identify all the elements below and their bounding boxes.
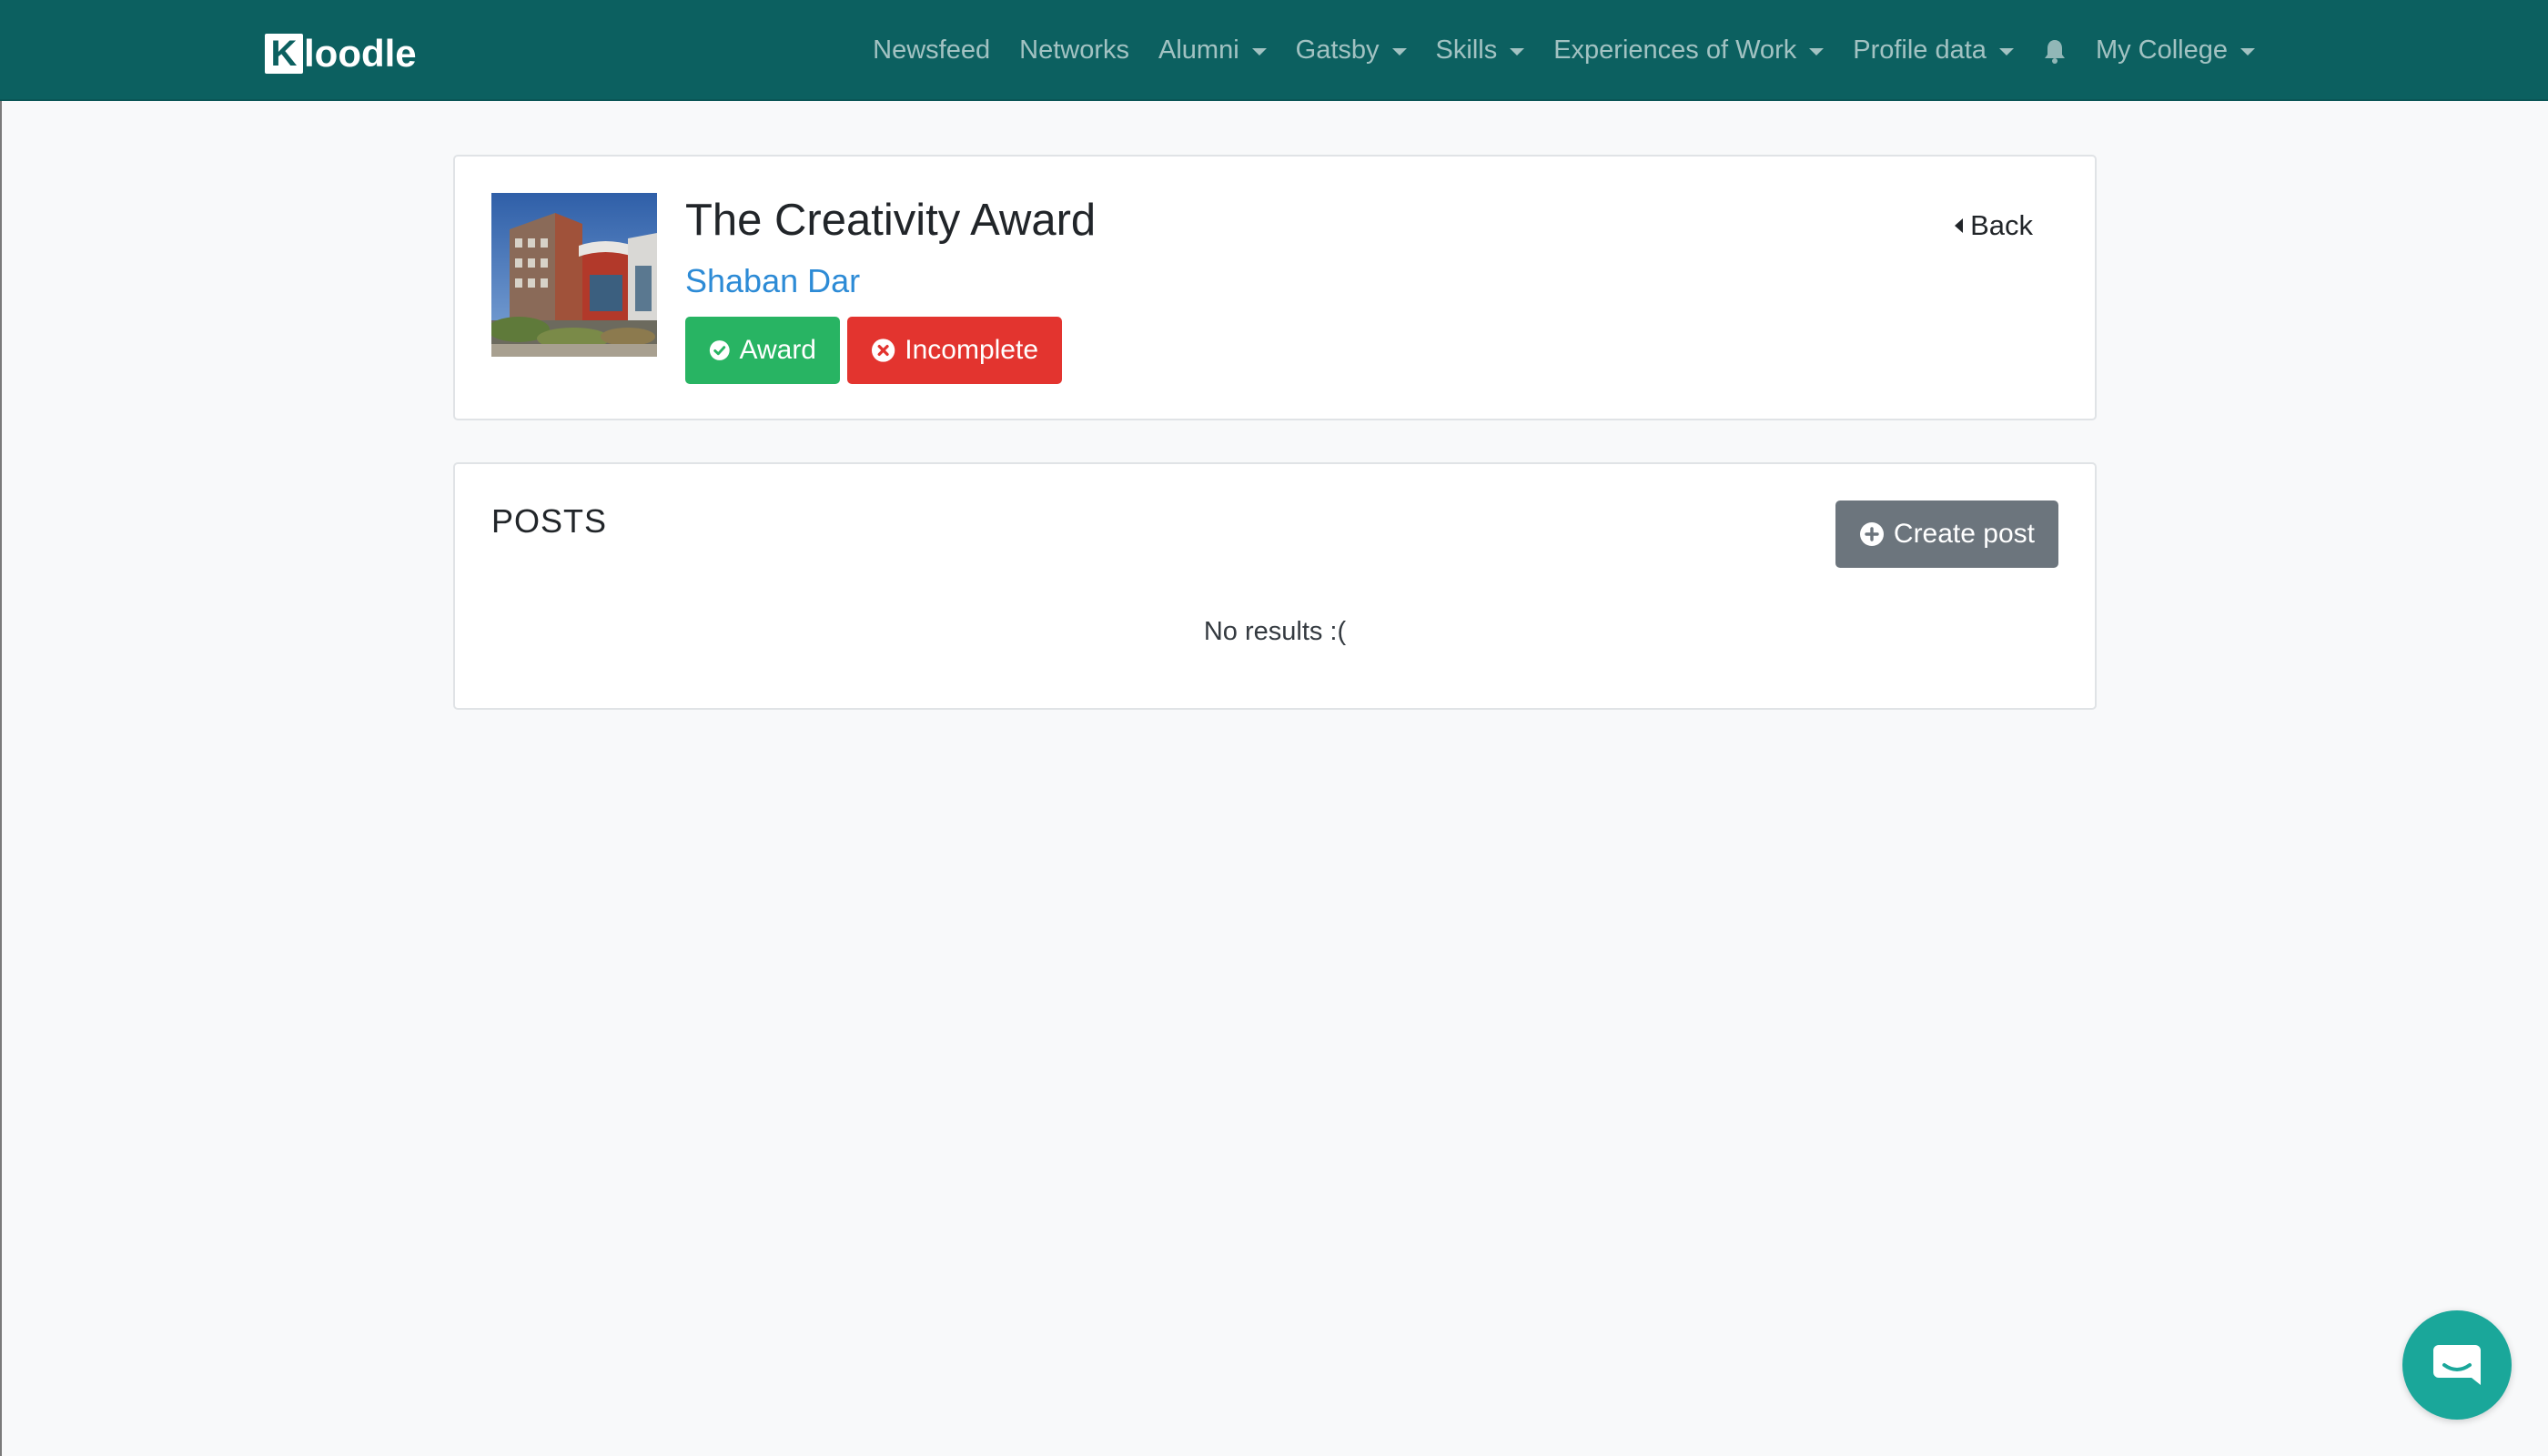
back-button[interactable]: Back bbox=[1955, 209, 2033, 242]
award-type-label: Award bbox=[739, 335, 817, 365]
back-label: Back bbox=[1970, 209, 2033, 241]
nav-item-networks[interactable]: Networks bbox=[1005, 35, 1144, 66]
notifications-button[interactable] bbox=[2028, 38, 2081, 64]
award-image bbox=[491, 193, 657, 357]
create-post-label: Create post bbox=[1893, 519, 2035, 549]
nav-item-label: Gatsby bbox=[1295, 35, 1380, 65]
caret-left-icon bbox=[1955, 218, 1964, 233]
empty-state-text: No results :( bbox=[1203, 617, 1347, 646]
nav-item-label: Profile data bbox=[1853, 35, 1987, 65]
top-navbar: Kloodle Newsfeed Networks Alumni Gatsby … bbox=[0, 0, 2548, 101]
award-title: The Creativity Award bbox=[685, 196, 1097, 245]
plus-circle-icon bbox=[1859, 522, 1884, 546]
nav-item-my-college[interactable]: My College bbox=[2081, 35, 2270, 66]
chat-launcher-button[interactable] bbox=[2402, 1310, 2512, 1420]
caret-down-icon bbox=[1998, 47, 2014, 56]
bell-icon bbox=[2044, 39, 2065, 64]
nav-item-experiences-of-work[interactable]: Experiences of Work bbox=[1539, 35, 1838, 66]
chat-icon bbox=[2433, 1345, 2481, 1385]
times-circle-icon bbox=[871, 339, 895, 362]
nav-item-profile-data[interactable]: Profile data bbox=[1838, 35, 2028, 66]
brand-logo-box: K bbox=[265, 34, 303, 74]
nav-item-skills[interactable]: Skills bbox=[1421, 35, 1540, 66]
nav-item-gatsby[interactable]: Gatsby bbox=[1281, 35, 1421, 66]
posts-title: POSTS bbox=[491, 502, 608, 540]
building-photo bbox=[491, 193, 657, 357]
nav-item-label: Networks bbox=[1019, 35, 1129, 65]
status-label: Incomplete bbox=[905, 335, 1038, 365]
nav-links: Newsfeed Networks Alumni Gatsby Skills E… bbox=[858, 0, 2270, 101]
brand-logo[interactable]: Kloodle bbox=[265, 32, 417, 75]
caret-down-icon bbox=[1510, 47, 1525, 56]
nav-item-label: Newsfeed bbox=[873, 35, 991, 65]
award-owner-link[interactable]: Shaban Dar bbox=[685, 262, 860, 300]
caret-down-icon bbox=[1251, 47, 1267, 56]
nav-item-alumni[interactable]: Alumni bbox=[1144, 35, 1281, 66]
caret-down-icon bbox=[1809, 47, 1825, 56]
create-post-button[interactable]: Create post bbox=[1835, 500, 2058, 568]
caret-down-icon bbox=[2240, 47, 2255, 56]
nav-item-label: My College bbox=[2095, 35, 2228, 65]
window-edge bbox=[0, 0, 2, 1456]
status-badge[interactable]: Incomplete bbox=[847, 317, 1062, 384]
award-type-badge[interactable]: Award bbox=[685, 317, 840, 384]
nav-item-newsfeed[interactable]: Newsfeed bbox=[858, 35, 1005, 66]
nav-item-label: Skills bbox=[1435, 35, 1498, 65]
posts-card: POSTS Create post No results :( bbox=[453, 462, 2097, 710]
award-card: The Creativity Award Shaban Dar Award In… bbox=[453, 155, 2097, 420]
caret-down-icon bbox=[1391, 47, 1407, 56]
check-circle-icon bbox=[709, 340, 730, 360]
nav-item-label: Experiences of Work bbox=[1553, 35, 1797, 65]
brand-logo-text: loodle bbox=[304, 32, 417, 75]
nav-item-label: Alumni bbox=[1158, 35, 1239, 65]
